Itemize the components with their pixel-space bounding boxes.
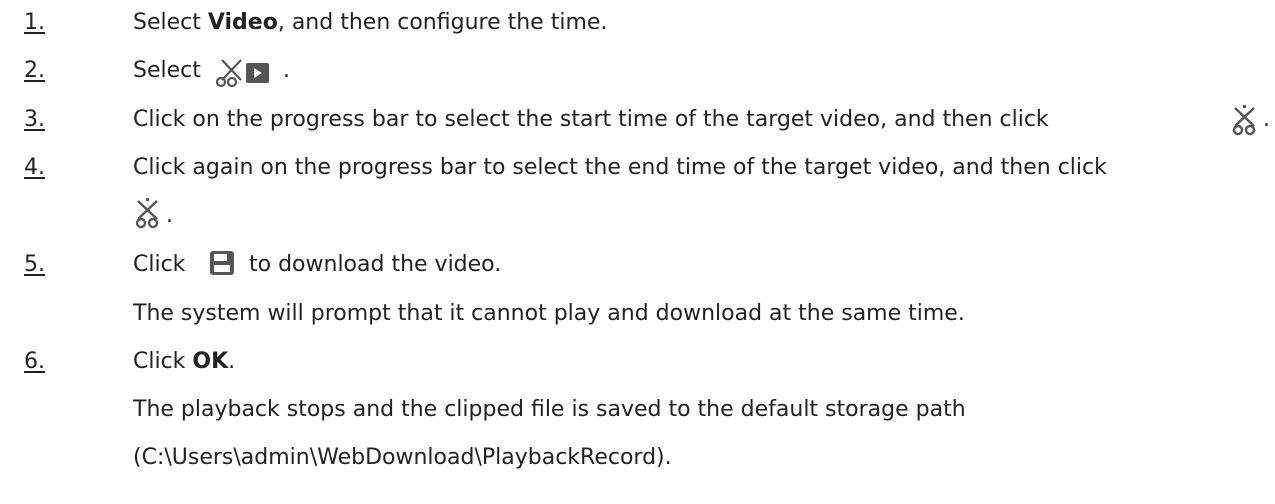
- step-text-after: .: [166, 203, 173, 228]
- clip-video-icon: [215, 59, 269, 88]
- step-text-before: Click: [133, 349, 193, 374]
- video-label: Video: [207, 10, 278, 35]
- step-text-before: Select: [133, 58, 201, 83]
- step-text: Click again on the progress bar to selec…: [133, 155, 1107, 180]
- ok-label: OK: [192, 349, 229, 374]
- step-text-after: , and then configure the time.: [277, 10, 608, 35]
- scissors-icon: [135, 198, 159, 229]
- save-icon: [210, 251, 234, 275]
- storage-path: (C:\Users\admin\WebDownload\PlaybackReco…: [133, 445, 672, 470]
- step-result: The playback stops and the clipped file …: [133, 397, 966, 422]
- step-number: 6.: [24, 349, 45, 374]
- step-text-after: to download the video.: [249, 252, 502, 277]
- step-text-after: .: [1263, 107, 1270, 132]
- step-number: 5.: [24, 252, 45, 277]
- scissors-icon: [1232, 105, 1256, 136]
- step-result: The system will prompt that it cannot pl…: [133, 301, 965, 326]
- step-number: 4.: [24, 155, 45, 180]
- step-text: Select Video, and then configure the tim…: [133, 9, 607, 37]
- step-text-after: .: [228, 349, 236, 374]
- step-text-before: Select: [133, 10, 208, 35]
- step-number: 2.: [24, 58, 45, 83]
- step-number: 3.: [24, 107, 45, 132]
- step-text-before: Click: [133, 252, 186, 277]
- step-number: 1.: [24, 10, 45, 35]
- step-text: Click OK.: [133, 348, 235, 376]
- step-text-after: .: [283, 58, 290, 83]
- step-text: Click on the progress bar to select the …: [133, 107, 1049, 132]
